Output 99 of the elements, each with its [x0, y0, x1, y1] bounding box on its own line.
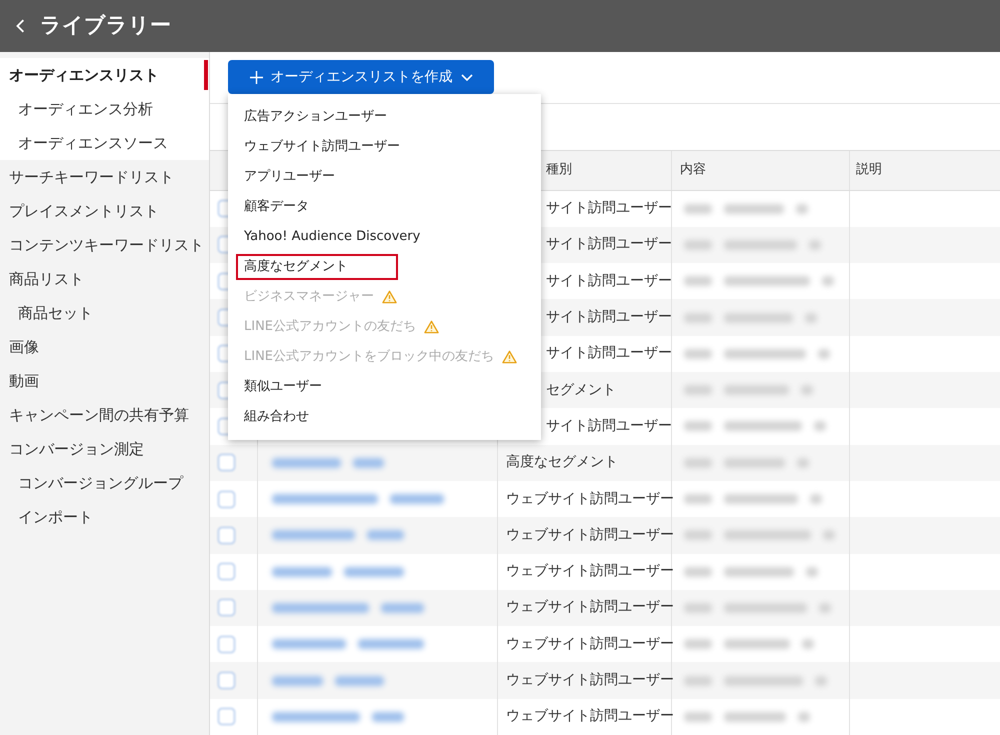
sidebar-item[interactable]: コンテンツキーワードリスト	[0, 228, 209, 262]
blurred-text	[724, 385, 789, 396]
blurred-text	[358, 639, 424, 650]
row-checkbox[interactable]	[218, 599, 235, 616]
sidebar-item[interactable]: インポート	[0, 500, 209, 534]
blurred-text	[684, 602, 712, 613]
blurred-text	[815, 676, 827, 686]
blurred-text	[823, 530, 835, 540]
blurred-text	[796, 204, 808, 214]
create-list-button[interactable]: オーディエンスリストを作成	[228, 60, 494, 94]
menu-item[interactable]: アプリユーザー	[236, 164, 343, 190]
blurred-text	[810, 494, 822, 504]
blurred-text	[724, 204, 784, 214]
blurred-text	[684, 712, 712, 722]
table-cell-text: 高度なセグメント	[506, 453, 618, 472]
menu-item[interactable]: ウェブサイト訪問ユーザー	[236, 134, 408, 160]
blurred-text	[818, 348, 830, 359]
row-checkbox[interactable]	[218, 490, 235, 508]
menu-item[interactable]: 類似ユーザー	[236, 374, 330, 400]
blurred-text	[724, 458, 785, 468]
blurred-text	[806, 566, 818, 577]
blurred-text	[367, 530, 404, 540]
page-title: ライブラリー	[40, 12, 171, 40]
sidebar-item[interactable]: オーディエンス分析	[0, 92, 209, 126]
table-cell-text: ウェブサイト訪問ユーザー	[506, 598, 674, 618]
sidebar-item[interactable]: 画像	[0, 330, 209, 364]
blurred-text	[684, 348, 712, 359]
sidebar-item[interactable]: 商品リスト	[0, 262, 209, 296]
table-cell-text: サイト訪問ユーザー	[546, 344, 672, 364]
blurred-text	[390, 494, 444, 504]
blurred-text	[684, 676, 712, 686]
blurred-text	[801, 385, 813, 396]
table-cell-text: セグメント	[546, 380, 616, 400]
blurred-text	[684, 385, 712, 396]
blurred-text	[684, 494, 712, 504]
blurred-text	[272, 676, 323, 686]
blurred-text	[797, 458, 809, 468]
sidebar-item[interactable]: キャンペーン間の共有予算	[0, 398, 209, 432]
column-header: 内容	[680, 161, 706, 180]
blurred-text	[372, 712, 404, 722]
sidebar-item[interactable]: プレイスメントリスト	[0, 194, 209, 228]
blurred-text	[684, 240, 712, 250]
plus-icon	[250, 70, 262, 84]
blurred-text	[724, 566, 794, 577]
sidebar-item[interactable]: 商品セット	[0, 296, 209, 330]
blurred-text	[684, 566, 712, 577]
row-checkbox[interactable]	[218, 636, 235, 653]
blurred-text	[684, 458, 712, 468]
blurred-text	[684, 312, 712, 323]
blurred-text	[809, 240, 821, 250]
sidebar-item[interactable]: 動画	[0, 364, 209, 398]
menu-item[interactable]: 顧客データ	[236, 194, 317, 220]
sidebar-item[interactable]: オーディエンスソース	[0, 126, 209, 160]
sidebar-item[interactable]: コンバージョン測定	[0, 432, 209, 466]
blurred-text	[353, 458, 384, 468]
row-checkbox[interactable]	[218, 526, 235, 544]
blurred-text	[684, 530, 712, 540]
menu-item[interactable]: 高度なセグメント	[236, 254, 398, 280]
blurred-text	[684, 639, 712, 650]
blurred-text	[344, 566, 404, 577]
blurred-text	[814, 421, 826, 432]
column-header: 種別	[546, 161, 572, 180]
blurred-text	[684, 204, 712, 214]
table-cell-text: サイト訪問ユーザー	[546, 308, 672, 328]
blurred-text	[684, 276, 712, 286]
blurred-text	[381, 602, 424, 613]
sidebar-item[interactable]: サーチキーワードリスト	[0, 160, 209, 194]
blurred-text	[822, 276, 834, 286]
table-cell-text: サイト訪問ユーザー	[546, 199, 672, 218]
blurred-text	[802, 639, 814, 650]
blurred-text	[684, 421, 712, 432]
menu-item[interactable]: 組み合わせ	[236, 404, 317, 430]
blurred-text	[724, 312, 793, 323]
sidebar-item[interactable]: コンバージョングループ	[0, 466, 209, 500]
blurred-text	[272, 458, 341, 468]
row-checkbox[interactable]	[218, 708, 235, 726]
blurred-text	[819, 602, 831, 613]
table-cell-text: ウェブサイト訪問ユーザー	[506, 671, 674, 690]
table-cell-text: サイト訪問ユーザー	[546, 272, 672, 291]
blurred-text	[805, 312, 817, 323]
blurred-text	[335, 676, 384, 686]
menu-item[interactable]: Yahoo! Audience Discovery	[236, 224, 428, 250]
table-cell-text: ウェブサイト訪問ユーザー	[506, 707, 674, 726]
blurred-text	[798, 712, 810, 722]
table-cell-text: ウェブサイト訪問ユーザー	[506, 526, 674, 545]
table-cell-text: サイト訪問ユーザー	[546, 235, 672, 254]
table-cell-text: ウェブサイト訪問ユーザー	[506, 490, 674, 509]
table-cell-text: ウェブサイト訪問ユーザー	[506, 562, 674, 582]
menu-item[interactable]: 広告アクションユーザー	[236, 104, 395, 130]
blurred-text	[724, 639, 790, 650]
table-cell-text: ウェブサイト訪問ユーザー	[506, 634, 674, 654]
blurred-text	[272, 566, 332, 577]
row-checkbox[interactable]	[218, 454, 235, 472]
sidebar-item[interactable]: オーディエンスリスト	[0, 58, 209, 92]
table-cell-text: サイト訪問ユーザー	[546, 416, 672, 436]
row-checkbox[interactable]	[218, 563, 235, 580]
blurred-text	[724, 712, 786, 722]
column-header: 説明	[856, 161, 882, 180]
row-checkbox[interactable]	[218, 672, 235, 690]
